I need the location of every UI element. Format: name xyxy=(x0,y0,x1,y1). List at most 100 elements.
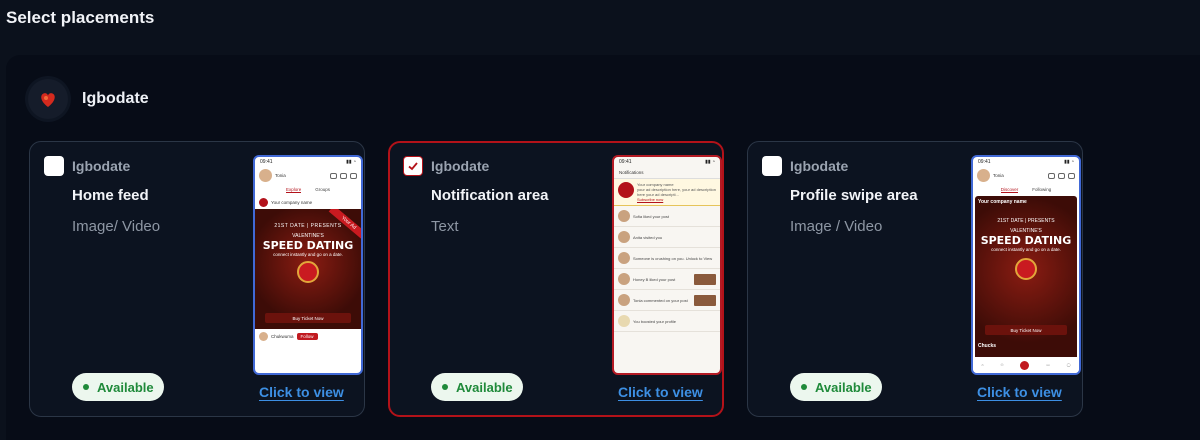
notification-item: Someone is crushing on you. Unlock to Vi… xyxy=(614,248,720,269)
card-brand: Igbodate xyxy=(431,158,490,174)
notification-item: Tonia commented on your post xyxy=(614,290,720,311)
brand-header: Igbodate xyxy=(28,79,149,119)
ad-headline: SPEED DATING xyxy=(980,234,1072,247)
add-icon xyxy=(1020,360,1030,370)
available-badge: Available xyxy=(790,373,882,401)
card-title: Notification area xyxy=(431,187,549,204)
feed-user: Chukwuma xyxy=(271,334,294,339)
post-footer: Chukwuma Follow xyxy=(255,329,361,344)
company-logo-icon xyxy=(618,182,634,198)
heart-logo-icon xyxy=(28,79,68,119)
notification-preview: 09:41 ▮▮ ◔ Notifications Your company nam… xyxy=(612,155,722,375)
medal-icon xyxy=(297,261,319,283)
medal-icon xyxy=(1015,258,1037,280)
ad-creative: Your Ad 21ST DATE | PRESENTS VALENTINE'S… xyxy=(255,209,361,329)
tab-explore: Explore xyxy=(285,187,302,193)
notification-item: You boosted your profile xyxy=(614,311,720,332)
bottom-nav: ⌂ ⚇ ▭ ◯ xyxy=(973,357,1079,373)
time-label: 09:41 xyxy=(978,159,991,165)
profile-name: Chucks xyxy=(978,343,997,349)
company-name: Your company name xyxy=(978,199,1027,205)
placement-checkbox[interactable] xyxy=(44,156,64,176)
search-icon xyxy=(1048,172,1055,179)
user-name: Tonia xyxy=(993,173,1004,178)
avatar xyxy=(618,294,630,306)
status-bar: 09:41 ▮▮ ◔ xyxy=(619,159,715,165)
avatar xyxy=(977,169,990,182)
notification-text: Anita visited you xyxy=(633,234,663,240)
placement-checkbox[interactable] xyxy=(762,156,782,176)
status-dot-icon xyxy=(83,384,89,390)
status-bar: 09:41 ▮▮ ◔ xyxy=(978,159,1074,165)
notification-text: Honey B liked your post xyxy=(633,276,676,282)
time-label: 09:41 xyxy=(619,159,632,165)
avatar xyxy=(618,210,630,222)
click-to-view-link[interactable]: Click to view xyxy=(618,384,703,400)
click-to-view-link[interactable]: Click to view xyxy=(259,384,344,400)
tab-groups: Groups xyxy=(315,187,331,192)
post-thumbnail xyxy=(694,273,716,285)
ad-headline: SPEED DATING xyxy=(262,239,354,252)
time-label: 09:41 xyxy=(260,159,273,165)
preview-tabs: Explore Groups xyxy=(255,184,361,196)
placement-checkbox[interactable] xyxy=(403,156,423,176)
card-title: Profile swipe area xyxy=(790,187,918,204)
chat-icon xyxy=(1068,172,1075,179)
tab-discover: Discover xyxy=(1000,187,1019,193)
card-brand: Igbodate xyxy=(790,158,849,174)
avatar xyxy=(618,231,630,243)
chat-icon xyxy=(350,172,357,179)
avatar xyxy=(618,273,630,285)
ad-tagline: connect instantly and go on a date. xyxy=(991,247,1061,252)
brand-name: Igbodate xyxy=(82,90,149,107)
placement-card-home-feed[interactable]: Igbodate Home feed Image/ Video Availabl… xyxy=(29,141,365,417)
notification-text: Someone is crushing on you. Unlock to Vi… xyxy=(633,255,713,261)
avatar xyxy=(259,332,268,341)
home-feed-preview: 09:41 ▮▮ ◔ Tonia Explore Groups Your compa… xyxy=(253,155,363,375)
tab-following: Following xyxy=(1032,187,1052,192)
avatar xyxy=(259,169,272,182)
profile-icon: ◯ xyxy=(1066,363,1071,367)
preview-tabs: Discover Following xyxy=(973,184,1079,196)
ad-line2: VALENTINE'S xyxy=(1010,228,1042,234)
notifications-title: Notifications xyxy=(614,167,720,179)
status-bar: 09:41 ▮▮ ◔ xyxy=(260,159,356,165)
post-header: Your company name xyxy=(255,196,361,209)
available-label: Available xyxy=(815,379,872,395)
placement-card-notification-area[interactable]: Igbodate Notification area Text Availabl… xyxy=(388,141,724,417)
camera-icon xyxy=(1058,172,1065,179)
ad-line2: VALENTINE'S xyxy=(292,233,324,239)
card-format: Image / Video xyxy=(790,218,883,235)
avatar xyxy=(618,252,630,264)
placement-card-profile-swipe[interactable]: Igbodate Profile swipe area Image / Vide… xyxy=(747,141,1083,417)
ad-button: Buy Ticket Now xyxy=(985,325,1067,335)
swipe-ad-creative: Your company name 21ST DATE | PRESENTS V… xyxy=(975,196,1077,361)
notification-item: Anita visited you xyxy=(614,227,720,248)
placements-panel: Igbodate Igbodate Home feed Image/ Video… xyxy=(6,55,1200,440)
post-thumbnail xyxy=(694,294,716,306)
status-dot-icon xyxy=(442,384,448,390)
notification-text: Sofia liked your post xyxy=(633,213,670,219)
user-name: Tonia xyxy=(275,173,286,178)
video-icon: ▭ xyxy=(1046,363,1050,367)
boost-icon xyxy=(618,315,630,327)
preview-header: Tonia xyxy=(255,167,361,184)
notification-item: Honey B liked your post xyxy=(614,269,720,290)
profile-swipe-preview: 09:41 ▮▮ ◔ Tonia Discover Following Your c… xyxy=(971,155,1081,375)
status-dot-icon xyxy=(801,384,807,390)
check-icon xyxy=(408,162,418,171)
ad-description: your ad description here, your ad descri… xyxy=(637,187,716,197)
card-format: Text xyxy=(431,218,459,235)
available-label: Available xyxy=(97,379,154,395)
available-badge: Available xyxy=(431,373,523,401)
groups-icon: ⚇ xyxy=(1000,363,1004,367)
card-title: Home feed xyxy=(72,187,149,204)
subscribe-link: Subscribe now xyxy=(637,197,664,202)
click-to-view-link[interactable]: Click to view xyxy=(977,384,1062,400)
preview-header: Tonia xyxy=(973,167,1079,184)
company-logo-icon xyxy=(259,198,268,207)
notification-text: You boosted your profile xyxy=(633,318,676,324)
notification-ad: Your company name your ad description her… xyxy=(614,179,720,206)
page-title: Select placements xyxy=(6,8,155,27)
available-badge: Available xyxy=(72,373,164,401)
